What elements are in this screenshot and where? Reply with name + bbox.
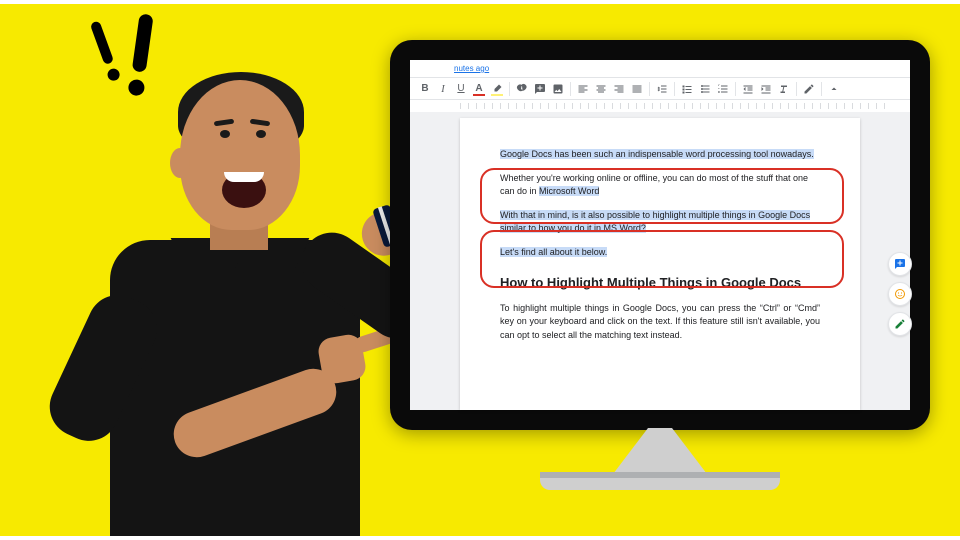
underline-button[interactable]: U [452, 81, 470, 97]
text-color-button[interactable]: A [470, 81, 488, 97]
add-emoji-fab[interactable] [888, 282, 912, 306]
editing-mode-button[interactable] [800, 81, 818, 97]
bulleted-list-button[interactable] [696, 81, 714, 97]
italic-button[interactable]: I [434, 81, 452, 97]
line-spacing-button[interactable] [653, 81, 671, 97]
expand-toolbar-button[interactable] [825, 81, 843, 97]
stage: nutes ago B I U A [0, 0, 960, 540]
annotation-box-1 [480, 168, 844, 224]
last-edit-link[interactable]: nutes ago [410, 60, 910, 78]
person-pointing [60, 80, 430, 536]
document-canvas: Google Docs has been such an indispensab… [410, 112, 910, 410]
add-comment-button[interactable] [531, 81, 549, 97]
align-justify-button[interactable] [628, 81, 646, 97]
add-comment-fab[interactable] [888, 252, 912, 276]
insert-image-button[interactable] [549, 81, 567, 97]
monitor-stand [610, 428, 710, 478]
exclamation-doodle [100, 20, 111, 82]
insert-link-button[interactable] [513, 81, 531, 97]
align-left-button[interactable] [574, 81, 592, 97]
clear-formatting-button[interactable] [775, 81, 793, 97]
screen: nutes ago B I U A [410, 60, 910, 410]
checklist-button[interactable] [678, 81, 696, 97]
suggest-edits-fab[interactable] [888, 312, 912, 336]
numbered-list-button[interactable] [714, 81, 732, 97]
highlight-color-button[interactable] [488, 81, 506, 97]
decrease-indent-button[interactable] [739, 81, 757, 97]
align-right-button[interactable] [610, 81, 628, 97]
annotation-box-2 [480, 230, 844, 288]
floating-action-buttons [888, 252, 912, 336]
align-center-button[interactable] [592, 81, 610, 97]
document-body-text[interactable]: To highlight multiple things in Google D… [500, 302, 820, 343]
paragraph-1[interactable]: Google Docs has been such an indispensab… [500, 149, 814, 159]
bold-button[interactable]: B [416, 81, 434, 97]
increase-indent-button[interactable] [757, 81, 775, 97]
monitor: nutes ago B I U A [390, 40, 930, 510]
toolbar: B I U A [410, 78, 910, 100]
